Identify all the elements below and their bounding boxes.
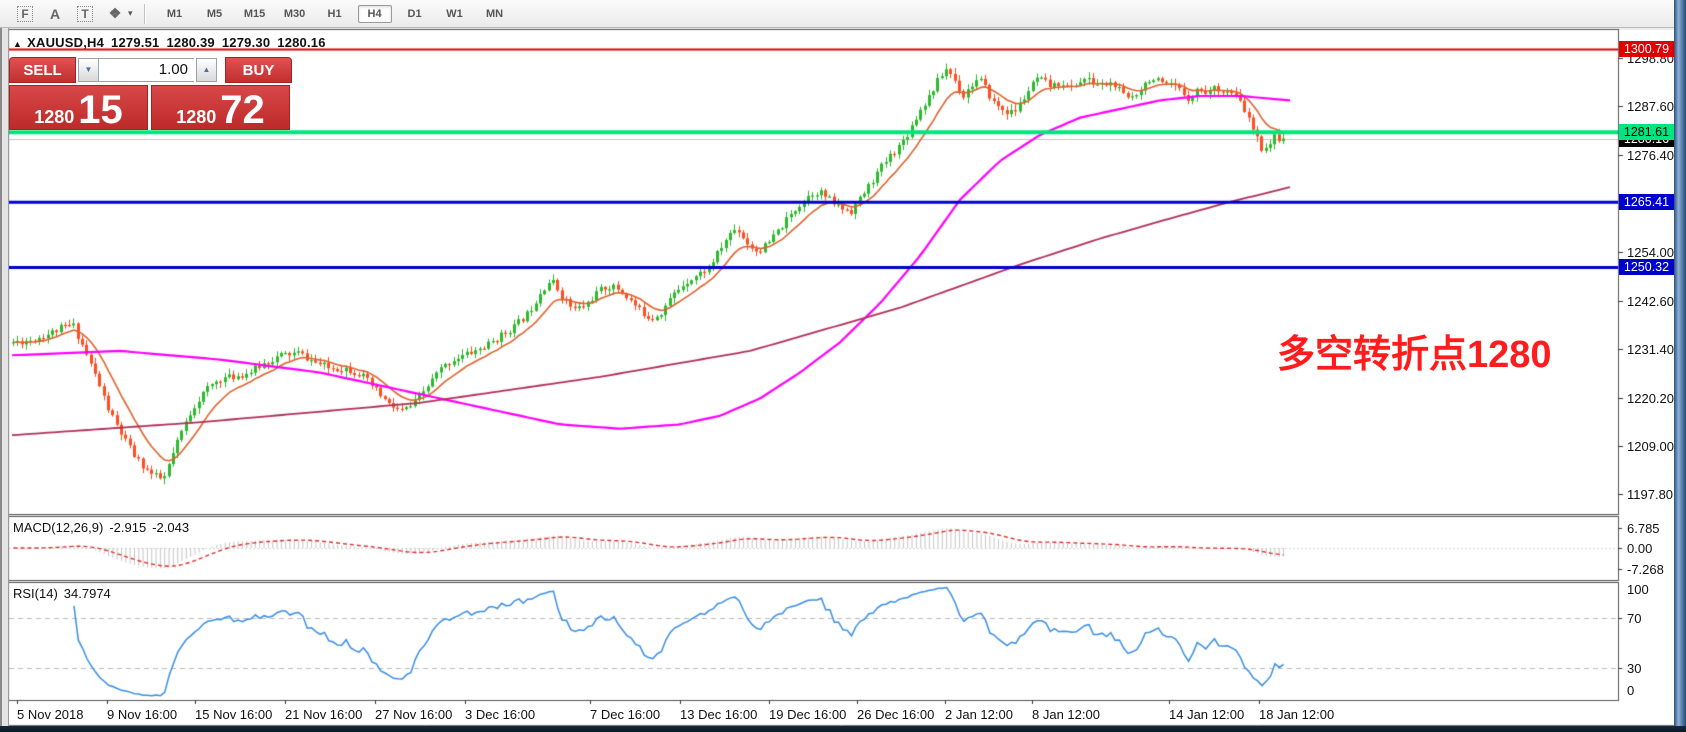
rsi-value: 34.7974 xyxy=(64,586,111,601)
timeframe-W1[interactable]: W1 xyxy=(438,5,472,23)
price-level-tag: 1281.61 xyxy=(1619,124,1674,140)
macd-scale-label: 6.785 xyxy=(1627,521,1660,536)
timeframe-MN[interactable]: MN xyxy=(478,5,512,23)
price-tick-label: 1287.60 xyxy=(1627,99,1674,114)
sell-price-big: 1280 xyxy=(34,99,74,135)
time-tick-label: 27 Nov 16:00 xyxy=(375,707,452,722)
price-tick-label: 1276.40 xyxy=(1627,148,1674,163)
time-tick-label: 2 Jan 12:00 xyxy=(945,707,1013,722)
sell-price-display[interactable]: 1280 15 xyxy=(9,85,148,130)
timeframe-M1[interactable]: M1 xyxy=(158,5,192,23)
time-tick-label: 19 Dec 16:00 xyxy=(769,707,846,722)
time-tick-label: 3 Dec 16:00 xyxy=(465,707,535,722)
macd-value: -2.915 xyxy=(109,520,146,535)
timeframe-M15[interactable]: M15 xyxy=(238,5,272,23)
price-level-tag: 1265.41 xyxy=(1619,194,1674,210)
timeframe-M5[interactable]: M5 xyxy=(198,5,232,23)
high-value: 1280.39 xyxy=(166,35,214,50)
time-tick-label: 13 Dec 16:00 xyxy=(680,707,757,722)
price-tick-label: 1254.00 xyxy=(1627,245,1674,260)
rsi-scale-label: 0 xyxy=(1627,683,1634,698)
sell-button[interactable]: SELL xyxy=(9,57,76,83)
window-bottom-border xyxy=(0,726,1686,732)
time-tick-label: 8 Jan 12:00 xyxy=(1032,707,1100,722)
price-tick-label: 1231.40 xyxy=(1627,342,1674,357)
macd-signal-value: -2.043 xyxy=(152,520,189,535)
window-left-border xyxy=(0,28,9,726)
macd-scale-label: -7.268 xyxy=(1627,562,1664,577)
annotation-text: 多空转折点1280 xyxy=(1277,323,1552,378)
dropdown-caret-icon[interactable]: ▾ xyxy=(128,8,133,19)
price-tick-label: 1220.20 xyxy=(1627,391,1674,406)
letter-a-icon[interactable]: A xyxy=(43,3,67,25)
one-click-trading-panel: SELL ▼ ▲ BUY 1280 15 1280 72 xyxy=(9,56,295,130)
time-tick-label: 15 Nov 16:00 xyxy=(195,707,272,722)
macd-scale-label: 0.00 xyxy=(1627,541,1652,556)
price-tick-label: 1242.60 xyxy=(1627,294,1674,309)
buy-price-big: 1280 xyxy=(176,99,216,135)
time-tick-label: 18 Jan 12:00 xyxy=(1259,707,1334,722)
price-level-tag: 1250.32 xyxy=(1619,259,1674,275)
time-tick-label: 21 Nov 16:00 xyxy=(285,707,362,722)
time-tick-label: 14 Jan 12:00 xyxy=(1169,707,1244,722)
time-tick-label: 5 Nov 2018 xyxy=(17,707,84,722)
grid-f-icon[interactable]: F xyxy=(13,3,37,25)
price-tick-label: 1209.00 xyxy=(1627,439,1674,454)
timeframe-H4[interactable]: H4 xyxy=(358,5,392,23)
text-tool-icon[interactable]: T xyxy=(73,3,97,25)
low-value: 1279.30 xyxy=(222,35,270,50)
timeframe-M30[interactable]: M30 xyxy=(278,5,312,23)
price-tick-label: 1197.80 xyxy=(1627,487,1673,502)
buy-price-pips: 72 xyxy=(220,90,265,130)
sell-price-pips: 15 xyxy=(78,90,123,130)
price-axis[interactable]: 1298.801287.601276.401254.001242.601231.… xyxy=(1619,30,1674,726)
buy-button[interactable]: BUY xyxy=(225,57,292,83)
window-right-border xyxy=(1674,0,1686,732)
rsi-indicator-label: RSI(14)34.7974 xyxy=(13,586,117,601)
buy-price-display[interactable]: 1280 72 xyxy=(151,85,290,130)
toolbar: F A T ❖ ▾ M1 M5 M15 M30 H1 H4 D1 W1 MN xyxy=(0,0,1674,28)
chart-title: ▲ XAUUSD,H4 1279.51 1280.39 1279.30 1280.16 xyxy=(13,35,333,50)
toolbar-separator xyxy=(144,4,146,24)
trading-terminal-window: F A T ❖ ▾ M1 M5 M15 M30 H1 H4 D1 W1 MN ▲ XAUUSD,H… xyxy=(0,0,1686,732)
macd-indicator-label: MACD(12,26,9)-2.915-2.043 xyxy=(13,520,195,535)
volume-input[interactable] xyxy=(99,58,194,82)
rsi-scale-label: 70 xyxy=(1627,611,1641,626)
volume-decrease-button[interactable]: ▼ xyxy=(78,58,99,82)
close-value: 1280.16 xyxy=(277,35,325,50)
draw-objects-icon[interactable]: ❖ xyxy=(103,3,127,25)
time-tick-label: 9 Nov 16:00 xyxy=(107,707,177,722)
time-axis[interactable]: 5 Nov 2018 9 Nov 16:00 15 Nov 16:00 21 Nov … xyxy=(9,700,1674,726)
rsi-scale-label: 100 xyxy=(1627,582,1649,597)
rsi-scale-label: 30 xyxy=(1627,661,1641,676)
timeframe-H1[interactable]: H1 xyxy=(318,5,352,23)
price-level-tag: 1300.79 xyxy=(1619,41,1674,57)
timeframe-D1[interactable]: D1 xyxy=(398,5,432,23)
open-value: 1279.51 xyxy=(111,35,159,50)
volume-increase-button[interactable]: ▲ xyxy=(196,58,217,82)
collapse-arrow-icon: ▲ xyxy=(13,39,22,49)
time-tick-label: 7 Dec 16:00 xyxy=(590,707,660,722)
symbol-label: XAUUSD,H4 xyxy=(27,35,104,50)
time-tick-label: 26 Dec 16:00 xyxy=(857,707,934,722)
timeframe-group: M1 M5 M15 M30 H1 H4 D1 W1 MN xyxy=(155,5,515,23)
